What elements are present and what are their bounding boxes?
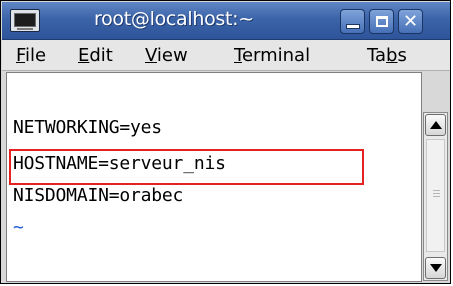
maximize-button[interactable]	[369, 9, 394, 34]
terminal-window: root@localhost:~ ✕ File Edit View Termin…	[0, 0, 451, 284]
menu-view[interactable]: View	[145, 45, 188, 66]
terminal-icon-screen	[14, 13, 36, 27]
vertical-scrollbar[interactable]	[423, 112, 448, 281]
terminal-icon-base	[17, 28, 33, 30]
window-title: root@localhost:~	[94, 8, 254, 30]
hostname-highlight-box	[9, 149, 364, 185]
close-button[interactable]: ✕	[398, 9, 423, 34]
scrollbar-thumb[interactable]	[426, 139, 445, 252]
menu-bar: File Edit View Terminal Tabs	[2, 40, 450, 71]
arrow-up-icon[interactable]	[425, 114, 446, 136]
minimize-icon	[346, 24, 359, 28]
menu-terminal[interactable]: Terminal	[234, 45, 310, 66]
close-icon: ✕	[402, 10, 419, 32]
tilde-line: ~	[13, 217, 24, 238]
menu-tabs[interactable]: Tabs	[367, 45, 407, 66]
title-bar[interactable]: root@localhost:~ ✕	[2, 2, 450, 40]
menu-file[interactable]: File	[16, 45, 46, 66]
arrow-down-icon[interactable]	[425, 257, 446, 279]
minimize-button[interactable]	[340, 9, 365, 34]
terminal-line: NISDOMAIN=orabec	[13, 185, 184, 206]
menu-edit[interactable]: Edit	[78, 45, 113, 66]
terminal-icon[interactable]	[10, 9, 40, 32]
terminal-line: NETWORKING=yes	[13, 117, 162, 138]
maximize-icon	[375, 16, 388, 27]
